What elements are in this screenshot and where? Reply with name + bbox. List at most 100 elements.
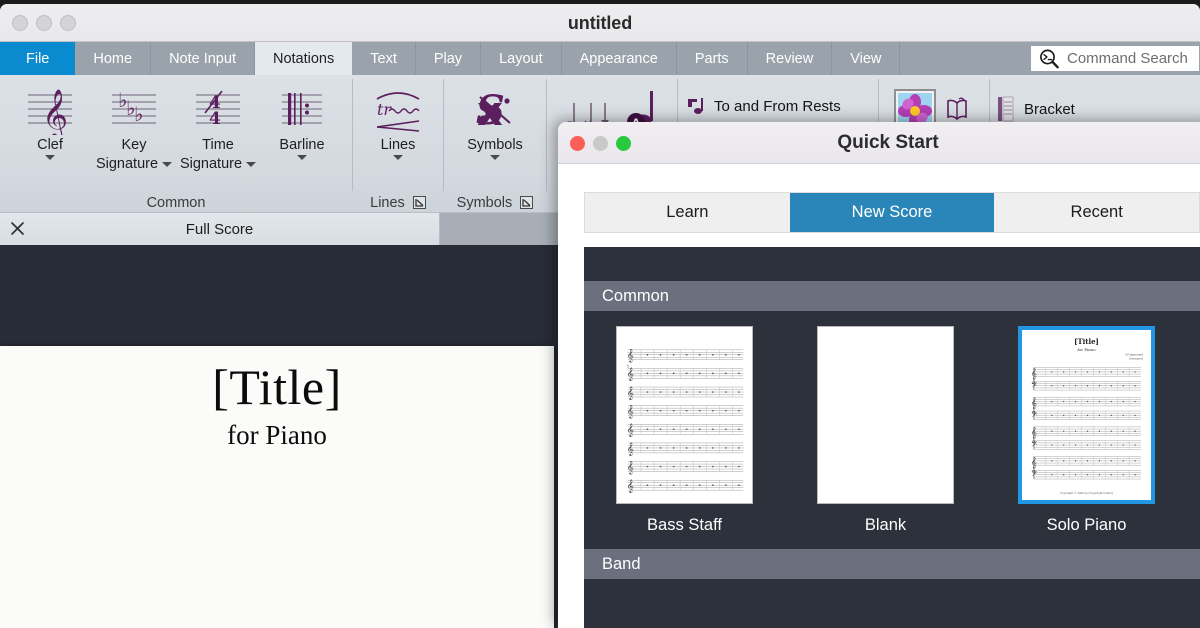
symbols-group-label: Symbols xyxy=(457,195,513,211)
section-header-band: Band xyxy=(584,549,1200,579)
key-signature-icon: ♭ ♭ ♭ xyxy=(108,85,160,135)
barline-label: Barline xyxy=(279,138,324,154)
tab-new-score[interactable]: New Score xyxy=(790,193,995,232)
tab-layout[interactable]: Layout xyxy=(481,42,562,75)
close-icon[interactable] xyxy=(10,221,25,236)
template-item-bass-staff[interactable]: 𝄞 xyxy=(584,326,785,535)
quick-start-dialog: Quick Start Learn New Score Recent Commo… xyxy=(558,122,1200,628)
tab-recent[interactable]: Recent xyxy=(994,193,1199,232)
template-thumb-wrap[interactable] xyxy=(817,326,954,504)
chevron-down-icon[interactable] xyxy=(246,162,256,167)
ribbon-group-lines: tr Lines Lines xyxy=(353,75,443,213)
key-signature-button[interactable]: ♭ ♭ ♭ Key Signature xyxy=(92,81,176,172)
document-tab-label: Full Score xyxy=(186,221,254,238)
svg-text:𝄞: 𝄞 xyxy=(627,367,634,381)
section-header-common-label: Common xyxy=(602,287,669,306)
score-page[interactable]: [Title] for Piano xyxy=(0,346,554,628)
chevron-down-icon[interactable] xyxy=(393,155,403,160)
tab-play[interactable]: Play xyxy=(416,42,481,75)
bracket-label: Bracket xyxy=(1024,101,1075,118)
ribbon-group-symbols: x S Symbols Symbols xyxy=(444,75,546,213)
svg-text:𝄞: 𝄞 xyxy=(1031,456,1037,468)
dialog-launcher-icon[interactable] xyxy=(520,196,533,209)
document-tab-filler xyxy=(440,213,560,245)
quick-start-tab-group: Learn New Score Recent xyxy=(584,192,1200,233)
tab-learn[interactable]: Learn xyxy=(585,193,790,232)
barline-button[interactable]: Barline xyxy=(260,81,344,160)
template-label-bass-staff: Bass Staff xyxy=(647,516,722,535)
svg-text:[Composer]: [Composer] xyxy=(1125,353,1143,357)
bass-staff-page-thumbnail: 𝄞 xyxy=(616,326,753,504)
lines-button[interactable]: tr Lines xyxy=(356,81,440,160)
clef-button[interactable]: 𝄞 Clef xyxy=(8,81,92,160)
new-score-template-list[interactable]: Common xyxy=(584,247,1200,628)
svg-text:𝄞: 𝄞 xyxy=(42,89,68,135)
template-label-solo-piano: Solo Piano xyxy=(1047,516,1127,535)
svg-text:𝄞: 𝄞 xyxy=(627,442,634,456)
clef-label: Clef xyxy=(37,138,63,154)
chevron-down-icon[interactable] xyxy=(162,162,172,167)
tab-text[interactable]: Text xyxy=(352,42,416,75)
key-signature-label-2: Signature xyxy=(96,157,158,173)
template-row: 𝄞 xyxy=(584,311,1200,535)
template-thumb-wrap-selected[interactable]: [Title] for Piano [Composer] [Arranger] xyxy=(1018,326,1155,504)
template-thumb-wrap[interactable]: 𝄞 xyxy=(616,326,753,504)
svg-text:𝄞: 𝄞 xyxy=(627,386,634,400)
ribbon-group-title-common: Common xyxy=(0,195,352,211)
quick-start-body: Learn New Score Recent Common xyxy=(558,164,1200,628)
section-header-band-label: Band xyxy=(602,555,641,574)
screenshot-root: untitled File Home Note Input Notations … xyxy=(0,0,1200,628)
tab-home[interactable]: Home xyxy=(75,42,151,75)
svg-text:5: 5 xyxy=(627,364,629,368)
tab-parts[interactable]: Parts xyxy=(677,42,748,75)
lines-group-label: Lines xyxy=(370,195,405,211)
lines-icon: tr xyxy=(371,85,425,135)
svg-text:S: S xyxy=(476,87,505,134)
document-tab-full-score[interactable]: Full Score xyxy=(0,213,440,245)
lines-label: Lines xyxy=(381,138,416,154)
command-search-box[interactable]: Command Search xyxy=(1030,45,1200,72)
time-signature-button[interactable]: 4 4 Time Signature xyxy=(176,81,260,172)
blank-page-thumbnail xyxy=(817,326,954,504)
dialog-launcher-icon[interactable] xyxy=(413,196,426,209)
section-body-band xyxy=(584,579,1200,619)
svg-text:𝄞: 𝄞 xyxy=(627,423,634,437)
template-item-blank[interactable]: Blank xyxy=(785,326,986,535)
svg-text:𝄢: 𝄢 xyxy=(1031,411,1038,422)
tab-appearance[interactable]: Appearance xyxy=(562,42,677,75)
svg-text:𝄞: 𝄞 xyxy=(627,479,634,493)
tab-file[interactable]: File xyxy=(0,42,75,75)
template-item-solo-piano[interactable]: [Title] for Piano [Composer] [Arranger] xyxy=(986,326,1187,535)
quick-start-title: Quick Start xyxy=(558,132,1200,154)
tab-review[interactable]: Review xyxy=(748,42,833,75)
highlight-book-icon[interactable] xyxy=(944,87,975,122)
key-signature-label-1: Key xyxy=(122,138,147,154)
main-title-bar: untitled xyxy=(0,4,1200,42)
svg-text:𝄞: 𝄞 xyxy=(1031,397,1037,409)
template-label-blank: Blank xyxy=(865,516,906,535)
svg-text:4: 4 xyxy=(209,109,221,129)
svg-text:Copyright © 2005 by [Copyright: Copyright © 2005 by [Copyright holder] xyxy=(1060,492,1113,495)
svg-text:♭: ♭ xyxy=(134,102,143,126)
svg-text:𝄢: 𝄢 xyxy=(1031,470,1038,481)
section-header-common: Common xyxy=(584,281,1200,311)
search-icon xyxy=(1038,48,1060,70)
svg-text:𝄞: 𝄞 xyxy=(1031,427,1037,439)
to-and-from-rests-button[interactable]: To and From Rests xyxy=(678,91,851,121)
svg-text:𝄞: 𝄞 xyxy=(627,348,634,362)
svg-text:𝄞: 𝄞 xyxy=(1031,367,1037,379)
chevron-down-icon[interactable] xyxy=(490,155,500,160)
chevron-down-icon[interactable] xyxy=(45,155,55,160)
score-subtitle[interactable]: for Piano xyxy=(0,420,554,451)
symbols-button[interactable]: x S Symbols xyxy=(453,81,537,160)
score-title[interactable]: [Title] xyxy=(0,358,554,416)
tab-notations[interactable]: Notations xyxy=(255,42,352,75)
tab-note-input[interactable]: Note Input xyxy=(151,42,255,75)
chevron-down-icon[interactable] xyxy=(297,155,307,160)
quick-start-title-bar: Quick Start xyxy=(558,122,1200,164)
tab-view[interactable]: View xyxy=(832,42,900,75)
svg-text:[Title]: [Title] xyxy=(1074,337,1099,346)
svg-text:[Arranger]: [Arranger] xyxy=(1129,358,1143,361)
ribbon-group-title-lines: Lines xyxy=(353,195,443,211)
svg-text:𝄢: 𝄢 xyxy=(1031,441,1038,452)
